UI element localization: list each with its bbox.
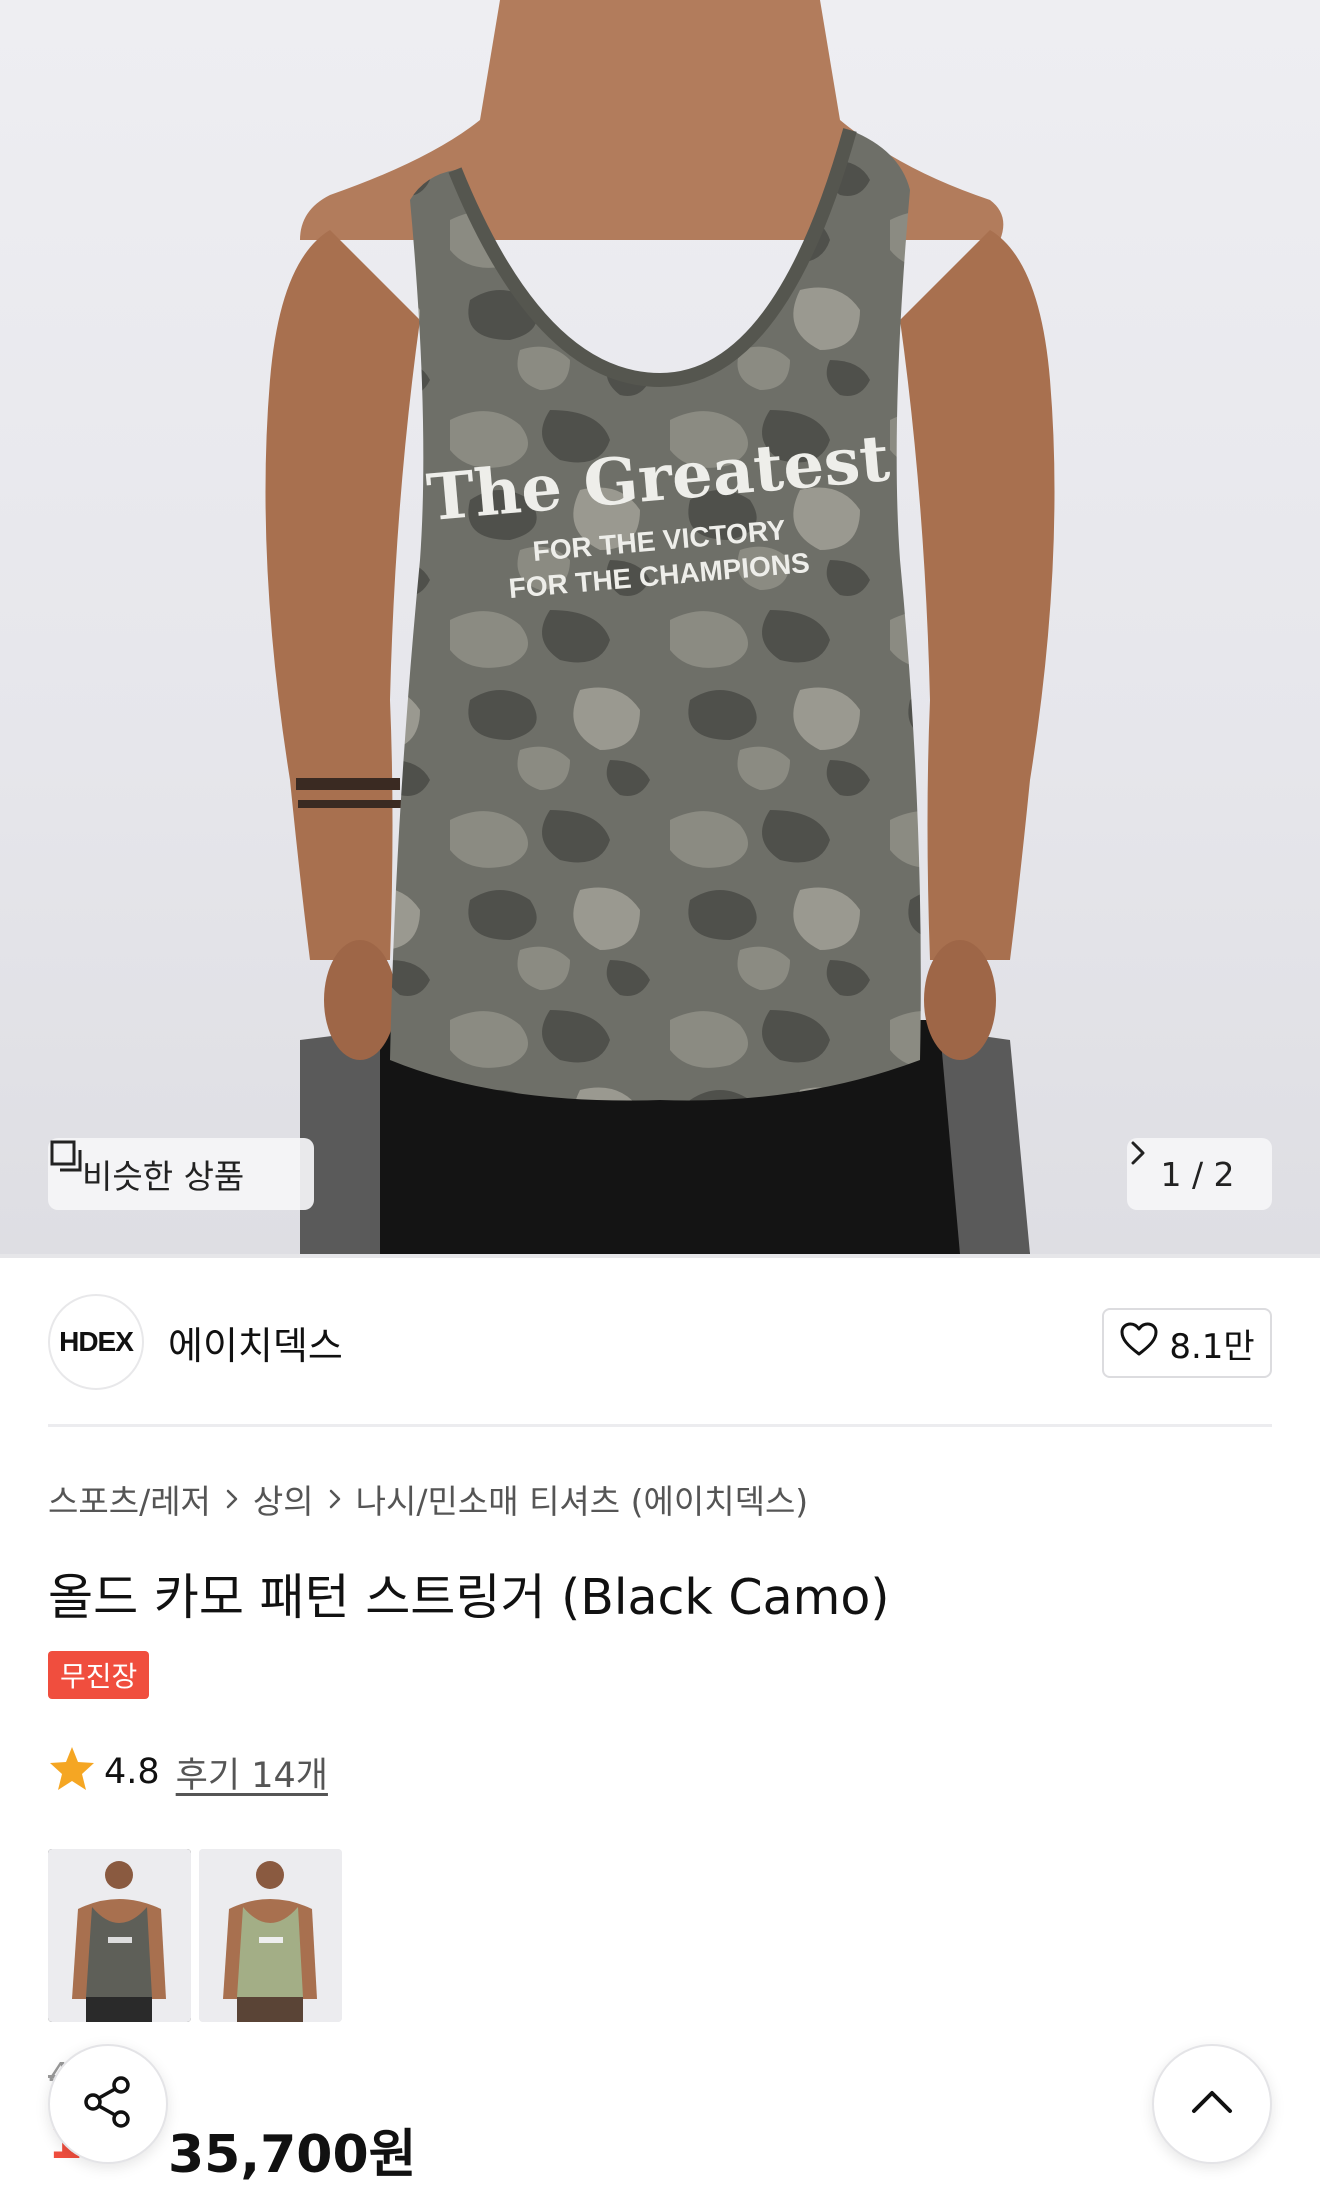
heart-icon bbox=[1119, 1321, 1159, 1366]
color-option-khaki-camo[interactable] bbox=[199, 1849, 342, 2022]
reviews-link[interactable]: 후기 14개 bbox=[176, 1747, 328, 1798]
chevron-up-icon bbox=[1188, 2087, 1236, 2121]
similar-products-label: 비슷한 상품 bbox=[82, 1157, 245, 1196]
product-hero-image[interactable]: The Greatest FOR THE VICTORY FOR THE CHA… bbox=[0, 0, 1320, 1254]
section-divider bbox=[48, 1424, 1272, 1427]
thumbnail-image bbox=[199, 1849, 342, 2022]
brand-name[interactable]: 에이치덱스 bbox=[168, 1315, 343, 1370]
product-title: 올드 카모 패턴 스트링거 (Black Camo) bbox=[48, 1569, 890, 1626]
breadcrumb-item-sleeveless[interactable]: 나시/민소매 티셔츠 (에이치덱스) bbox=[356, 1475, 809, 1523]
chevron-right-icon bbox=[223, 1486, 241, 1512]
color-option-black-camo[interactable] bbox=[48, 1849, 191, 2022]
rating-row: 4.8 후기 14개 bbox=[48, 1746, 328, 1798]
shipping-badge-label: 무진장 bbox=[60, 1660, 138, 1693]
sale-price: 35,700원 bbox=[168, 2125, 417, 2185]
similar-products-button[interactable]: 비슷한 상품 bbox=[48, 1138, 314, 1210]
hero-divider bbox=[0, 1254, 1320, 1258]
scroll-top-button[interactable] bbox=[1152, 2044, 1272, 2164]
chevron-right-icon bbox=[326, 1486, 344, 1512]
share-button[interactable] bbox=[48, 2044, 168, 2164]
breadcrumb-item-tops[interactable]: 상의 bbox=[253, 1475, 314, 1523]
breadcrumb-item-sports[interactable]: 스포츠/레저 bbox=[48, 1475, 211, 1523]
like-count: 8.1만 bbox=[1169, 1326, 1255, 1367]
color-options bbox=[48, 1849, 342, 2022]
brand-logo-text: HDEX bbox=[59, 1326, 134, 1357]
brand-row: HDEX 에이치덱스 8.1만 bbox=[48, 1294, 1272, 1390]
image-pager[interactable]: 1 / 2 bbox=[1127, 1138, 1272, 1210]
share-icon bbox=[79, 2073, 137, 2135]
breadcrumb: 스포츠/레저 상의 나시/민소매 티셔츠 (에이치덱스) bbox=[48, 1475, 808, 1523]
image-pager-count: 1 / 2 bbox=[1160, 1154, 1235, 1194]
rating-score: 4.8 bbox=[104, 1752, 160, 1792]
model-photo: The Greatest FOR THE VICTORY FOR THE CHA… bbox=[265, 0, 1055, 1254]
thumbnail-image bbox=[48, 1849, 191, 2022]
star-icon bbox=[48, 1745, 96, 1800]
like-button[interactable]: 8.1만 bbox=[1102, 1308, 1272, 1378]
brand-logo[interactable]: HDEX bbox=[48, 1294, 144, 1390]
shipping-badge: 무진장 bbox=[48, 1651, 150, 1699]
